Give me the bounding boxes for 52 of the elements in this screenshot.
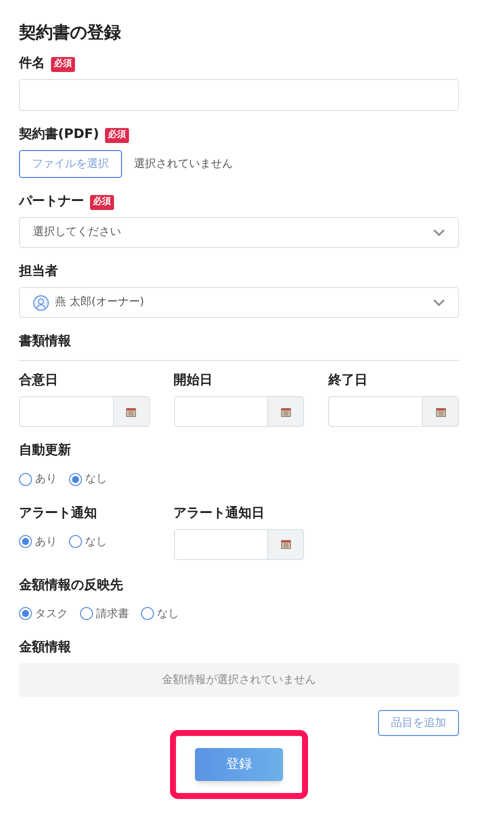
date-field[interactable] <box>19 396 150 427</box>
radio-button[interactable] <box>141 607 154 620</box>
required-badge: 必須 <box>51 56 75 72</box>
date-field[interactable] <box>328 396 459 427</box>
field-label: 自動更新 <box>19 443 71 459</box>
calendar-icon <box>280 406 291 416</box>
field-label: 金額情報 <box>19 640 71 656</box>
calendar-icon <box>126 406 136 416</box>
chevron-down-icon <box>433 298 445 306</box>
select-field[interactable]: 燕 太郎(オーナー) <box>19 287 459 318</box>
radio-label: 請求書 <box>96 606 129 622</box>
select-value: 燕 太郎(オーナー) <box>55 294 144 310</box>
chevron-down-icon <box>433 228 445 236</box>
radio-label: なし <box>85 471 107 487</box>
page-title: 契約書の登録 <box>19 22 122 44</box>
add-item-button[interactable]: 品目を追加 <box>378 710 459 736</box>
file-status: 選択されていません <box>134 156 233 172</box>
field-label: パートナー <box>19 194 84 210</box>
field-label: 契約書(PDF) <box>19 127 100 143</box>
field-label: 件名 <box>19 56 45 72</box>
radio-button[interactable] <box>80 607 93 620</box>
required-badge: 必須 <box>90 194 114 210</box>
radio-label: タスク <box>35 606 68 622</box>
date-field[interactable] <box>174 528 304 560</box>
empty-message: 金額情報が選択されていません <box>19 663 459 697</box>
field-label: 担当者 <box>19 264 58 280</box>
field-label: アラート通知 <box>19 506 97 522</box>
field-label: 終了日 <box>328 373 368 389</box>
radio-label: あり <box>35 534 57 550</box>
radio-button[interactable] <box>19 535 32 548</box>
field-label: アラート通知日 <box>174 506 265 522</box>
date-field[interactable] <box>174 396 304 427</box>
radio-button[interactable] <box>19 472 32 486</box>
field-label: 合意日 <box>19 373 58 389</box>
radio-button[interactable] <box>19 607 32 620</box>
section-title: 書類情報 <box>19 334 72 351</box>
radio-button[interactable] <box>69 535 82 548</box>
radio-label: あり <box>35 471 57 487</box>
choose-file-button[interactable]: ファイルを選択 <box>19 150 122 178</box>
radio-label: なし <box>157 606 179 622</box>
avatar-icon <box>33 294 49 310</box>
field-label: 開始日 <box>174 373 213 389</box>
calendar-icon <box>436 406 446 416</box>
radio-label: なし <box>85 534 107 550</box>
calendar-icon <box>280 539 291 549</box>
select-placeholder: 選択してください <box>33 224 121 240</box>
text-field[interactable] <box>19 79 459 111</box>
field-label: 金額情報の反映先 <box>19 578 123 594</box>
radio-button[interactable] <box>69 472 82 486</box>
select-field[interactable]: 選択してください <box>19 217 459 248</box>
required-badge: 必須 <box>105 128 130 142</box>
register-button[interactable]: 登録 <box>195 748 283 781</box>
